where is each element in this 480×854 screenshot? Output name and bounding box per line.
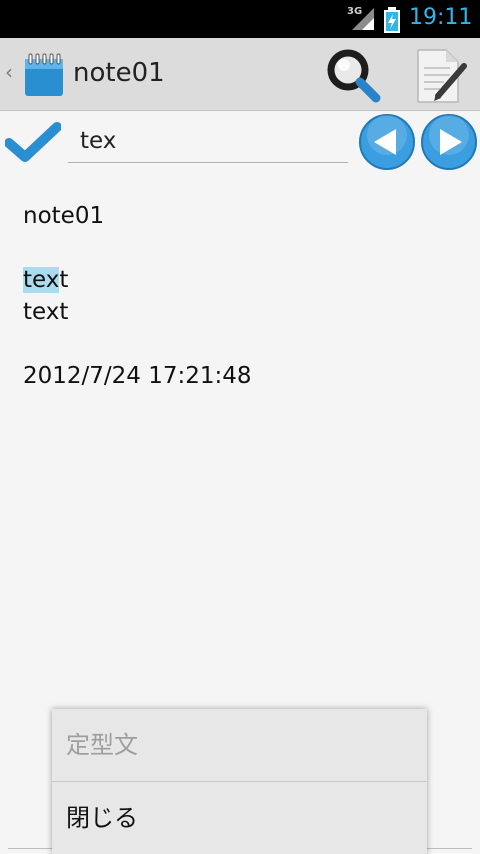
previous-arrow-icon[interactable]: [358, 113, 416, 171]
next-arrow-icon[interactable]: [420, 113, 478, 171]
note-line: note01: [23, 203, 105, 229]
clock: 19:11: [409, 5, 473, 30]
popup-menu: 定型文 閉じる: [52, 709, 427, 854]
up-caret-icon[interactable]: ‹: [5, 60, 13, 84]
note-text-area[interactable]: note01 text text 2012/7/24 17:21:48: [23, 200, 463, 392]
menu-item-template-text[interactable]: 定型文: [52, 709, 427, 781]
note-timestamp: 2012/7/24 17:21:48: [23, 363, 252, 389]
note-line-rest: t: [59, 267, 69, 293]
battery-charging-icon: [384, 7, 400, 33]
note-line: [23, 232, 463, 264]
note-line: [23, 328, 463, 360]
notepad-icon[interactable]: [24, 53, 64, 97]
search-icon[interactable]: [322, 46, 386, 106]
find-bar: [0, 111, 480, 175]
menu-item-close[interactable]: 閉じる: [52, 782, 427, 854]
search-input[interactable]: [68, 119, 348, 163]
page-title: note01: [73, 58, 165, 88]
note-line: text: [23, 264, 463, 296]
edit-note-icon[interactable]: [410, 46, 470, 106]
search-match-highlight: tex: [23, 267, 60, 293]
action-bar: ‹ note01: [0, 38, 480, 111]
status-bar: 3G 19:11: [0, 0, 480, 38]
signal-icon: [352, 8, 374, 30]
checkmark-icon[interactable]: [5, 121, 61, 165]
note-line: text: [23, 299, 69, 325]
